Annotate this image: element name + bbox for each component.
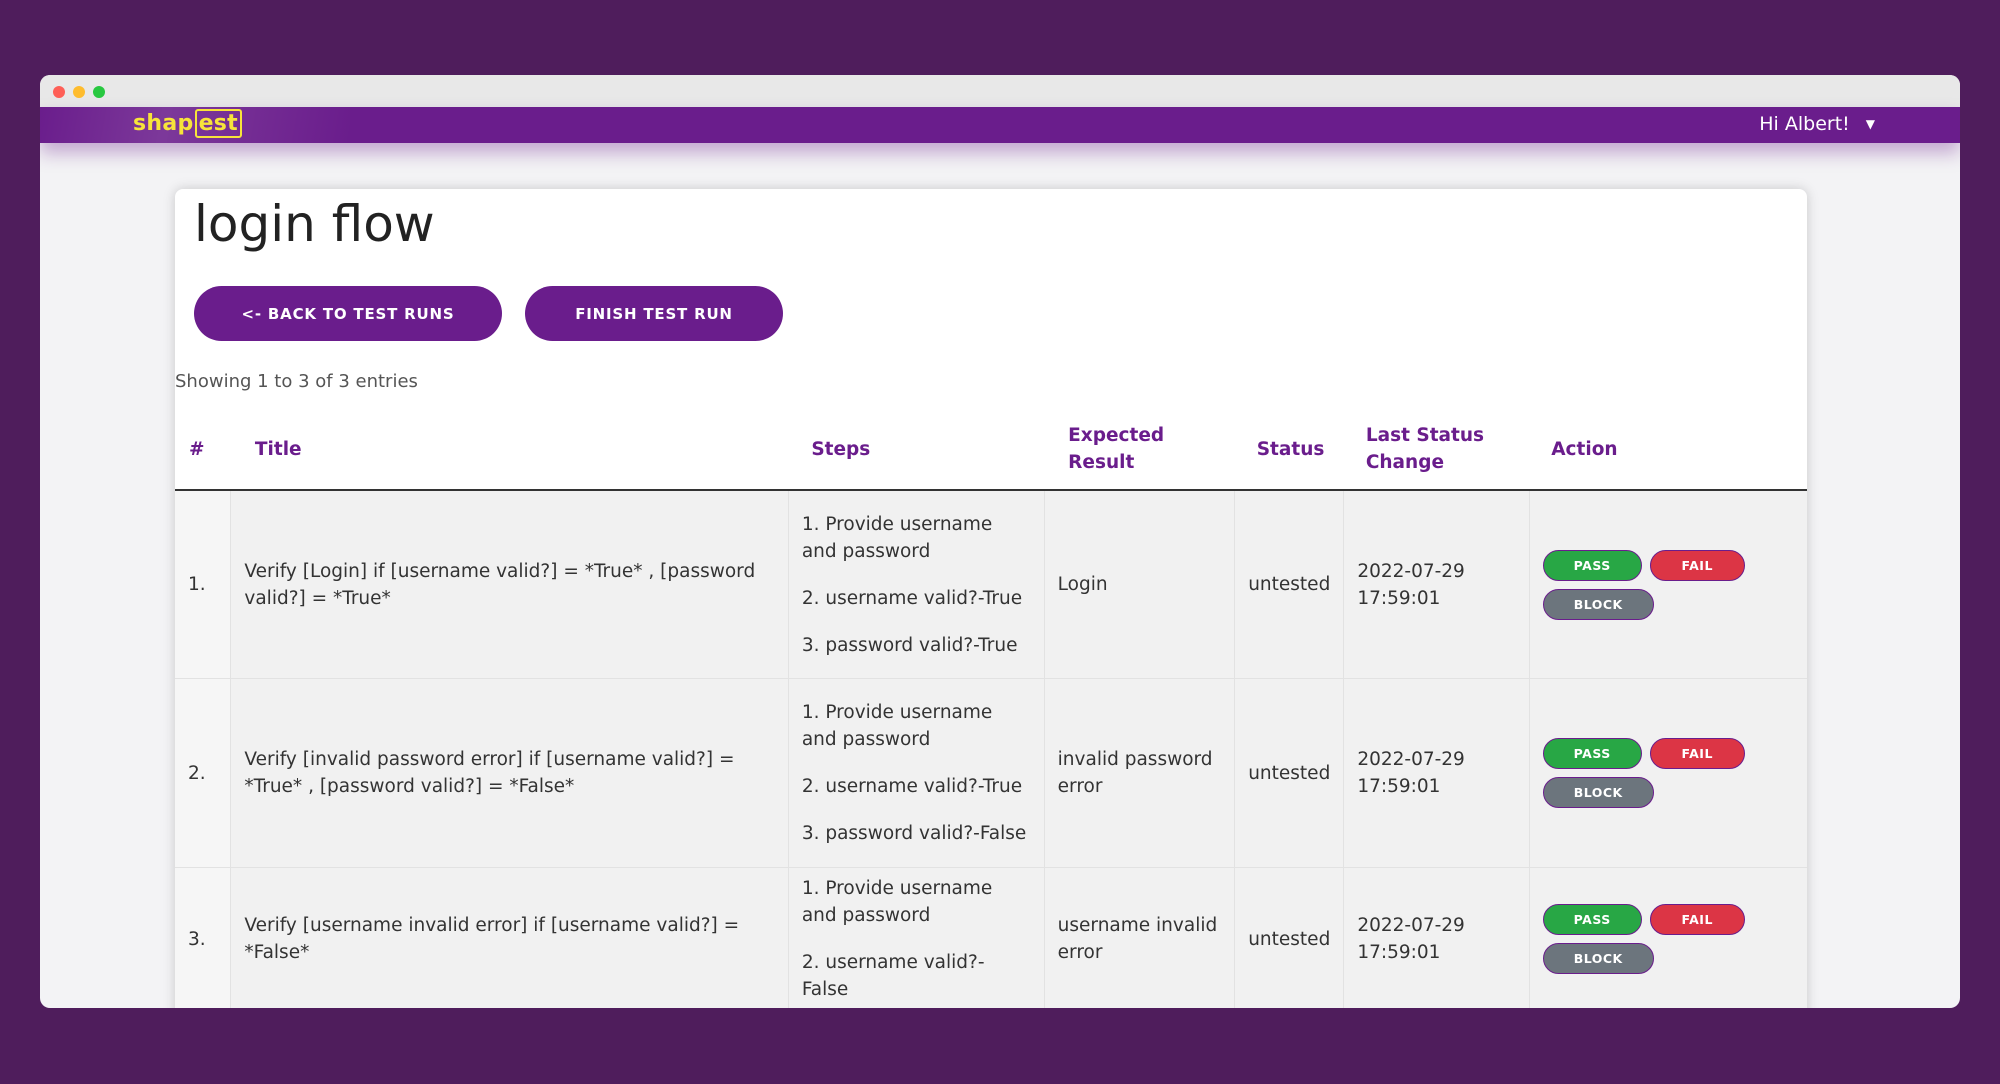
step-item: 2. username valid?-True (801, 776, 1023, 797)
logo-boxed-text: est (194, 109, 242, 138)
row-actions: PASS FAIL BLOCK (1529, 867, 1807, 1008)
row-actions: PASS FAIL BLOCK (1529, 678, 1807, 868)
row-expected-result: Login (1044, 490, 1236, 679)
header-steps[interactable]: Steps (788, 409, 1045, 491)
step-item: 2. username valid?-True (801, 587, 1023, 609)
page-title: login flow (194, 195, 435, 253)
row-number: 1. (175, 490, 232, 679)
top-navbar: shap est Hi Albert! ▼ (40, 107, 1960, 143)
step-item: 3. password valid?-False (801, 823, 1027, 844)
row-steps: 1. Provide username and password 2. user… (788, 678, 1045, 868)
table-row: 1. Verify [Login] if [username valid?] =… (175, 490, 1807, 679)
back-to-test-runs-button[interactable]: <- BACK TO TEST RUNS (194, 286, 502, 341)
minimize-window-icon[interactable] (73, 86, 85, 98)
row-status: untested (1234, 678, 1345, 868)
row-title: Verify [Login] if [username valid?] = *T… (230, 490, 789, 679)
header-number[interactable]: # (175, 409, 231, 491)
fail-button[interactable]: FAIL (1649, 904, 1745, 935)
window-titlebar (40, 75, 1960, 107)
header-title[interactable]: Title (230, 409, 789, 491)
row-steps: 1. Provide username and password 2. user… (788, 867, 1045, 1008)
table-header-row: # Title Steps Expected Result Status Las… (175, 409, 1807, 491)
fail-button[interactable]: FAIL (1649, 738, 1745, 769)
step-item: 1. Provide username and password (801, 702, 993, 750)
row-status: untested (1234, 867, 1345, 1008)
row-title: Verify [username invalid error] if [user… (230, 867, 789, 1008)
header-action[interactable]: Action (1529, 409, 1807, 491)
table-row: 3. Verify [username invalid error] if [u… (175, 867, 1807, 1008)
row-status: untested (1234, 490, 1345, 679)
user-greeting: Hi Albert! (1759, 113, 1850, 135)
fail-button[interactable]: FAIL (1649, 549, 1745, 581)
row-last-status-change: 2022-07-29 17:59:01 (1343, 867, 1530, 1008)
app-logo[interactable]: shap est (133, 109, 242, 138)
row-number: 2. (175, 678, 232, 868)
test-cases-table: # Title Steps Expected Result Status Las… (175, 409, 1807, 1008)
step-item: 1. Provide username and password (801, 513, 993, 562)
row-last-status-change: 2022-07-29 17:59:01 (1343, 678, 1530, 868)
row-number: 3. (175, 867, 232, 1008)
row-actions: PASS FAIL BLOCK (1529, 490, 1807, 679)
pass-button[interactable]: PASS (1542, 738, 1642, 769)
row-last-status-change: 2022-07-29 17:59:01 (1343, 490, 1530, 679)
step-item: 3. password valid?-True (801, 634, 1018, 656)
header-expected-result[interactable]: Expected Result (1044, 409, 1235, 491)
browser-window: shap est Hi Albert! ▼ login flow <- BACK … (40, 75, 1960, 1008)
row-expected-result: username invalid error (1044, 867, 1236, 1008)
block-button[interactable]: BLOCK (1542, 588, 1654, 620)
close-window-icon[interactable] (53, 86, 65, 98)
row-title: Verify [invalid password error] if [user… (230, 678, 789, 868)
logo-prefix: shap (133, 111, 194, 136)
row-expected-result: invalid password error (1044, 678, 1236, 868)
block-button[interactable]: BLOCK (1542, 777, 1654, 808)
entries-count-text: Showing 1 to 3 of 3 entries (175, 371, 418, 392)
row-steps: 1. Provide username and password 2. user… (788, 490, 1045, 679)
finish-test-run-button[interactable]: FINISH TEST RUN (525, 286, 783, 341)
pass-button[interactable]: PASS (1542, 549, 1642, 581)
header-last-status-change[interactable]: Last Status Change (1343, 409, 1530, 491)
table-row: 2. Verify [invalid password error] if [u… (175, 678, 1807, 868)
header-status[interactable]: Status (1234, 409, 1344, 491)
maximize-window-icon[interactable] (93, 86, 105, 98)
test-run-card: login flow <- BACK TO TEST RUNS FINISH T… (175, 189, 1807, 1008)
caret-down-icon: ▼ (1865, 117, 1875, 131)
step-item: 2. username valid?-False (801, 952, 985, 1000)
user-menu[interactable]: Hi Albert! ▼ (1759, 113, 1875, 135)
block-button[interactable]: BLOCK (1542, 943, 1654, 974)
pass-button[interactable]: PASS (1542, 904, 1642, 935)
step-item: 1. Provide username and password (801, 878, 993, 926)
